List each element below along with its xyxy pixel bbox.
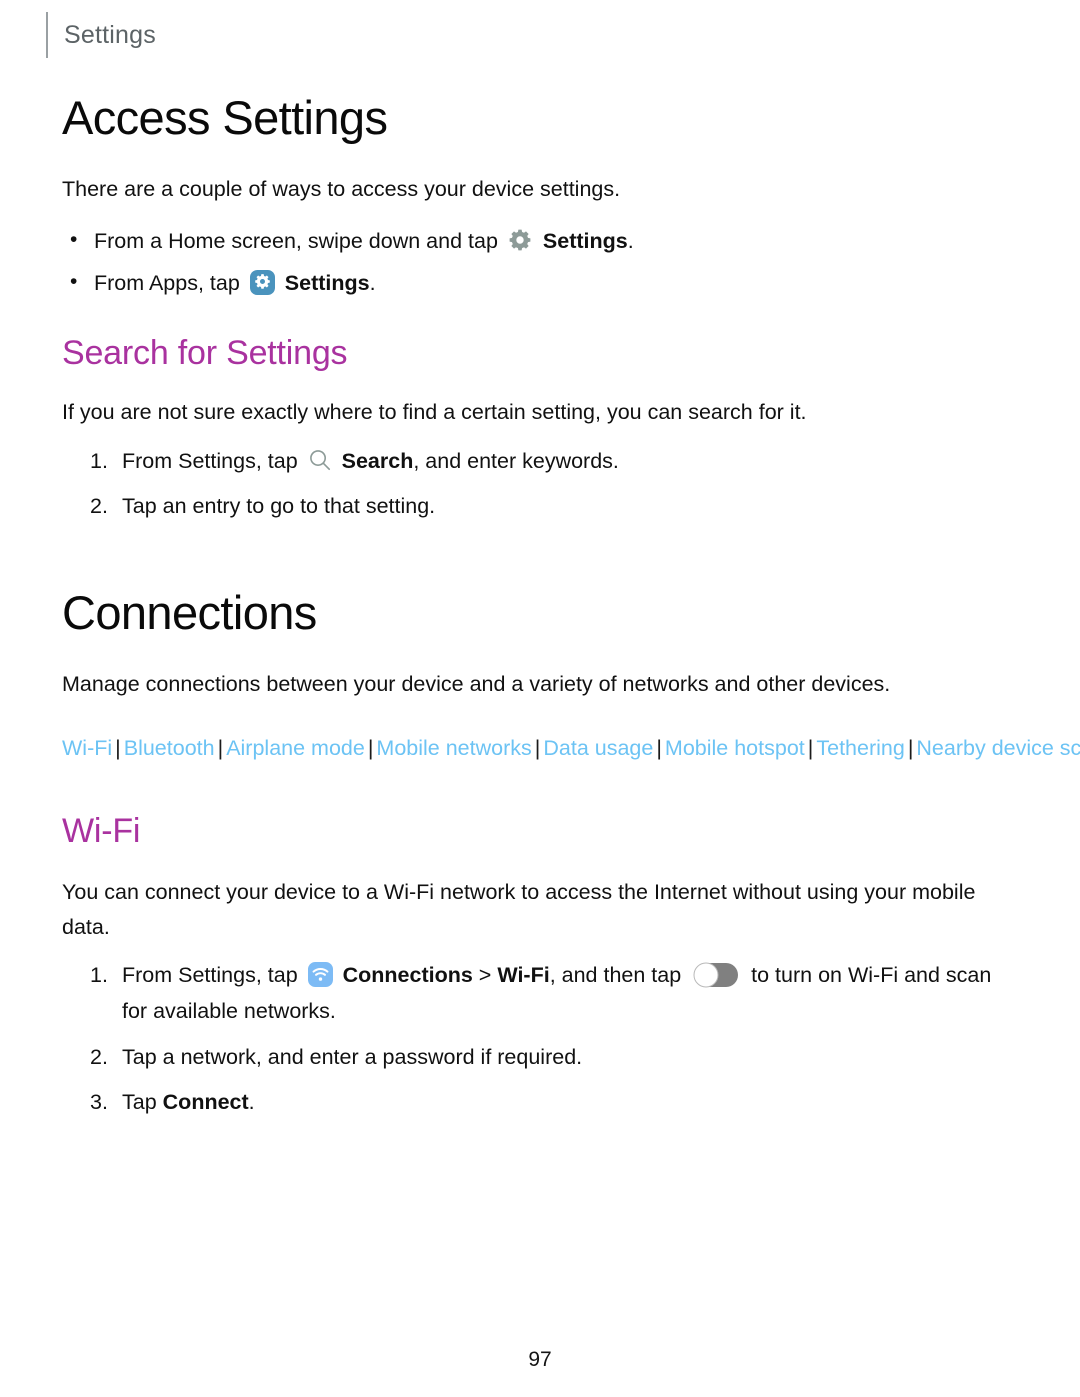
list-item: From Apps, tap Settings.	[62, 266, 1002, 300]
link-separator: |	[907, 735, 914, 760]
step-bold-label: Search	[341, 448, 414, 473]
list-item: 1. From Settings, tap Search, and enter …	[62, 444, 1002, 480]
gear-icon	[508, 228, 532, 252]
header-divider-rule	[46, 12, 48, 58]
link-data-usage[interactable]: Data usage	[543, 736, 653, 760]
link-mobile-hotspot[interactable]: Mobile hotspot	[665, 736, 805, 760]
list-item: 2. Tap a network, and enter a password i…	[62, 1040, 1002, 1076]
link-mobile-networks[interactable]: Mobile networks	[376, 736, 531, 760]
document-page: Settings Access Settings There are a cou…	[0, 0, 1080, 1397]
page-title-access-settings: Access Settings	[62, 91, 388, 144]
access-settings-intro: There are a couple of ways to access you…	[62, 176, 621, 201]
step-text: Tap an entry to go to that setting.	[122, 494, 436, 519]
connections-intro: Manage connections between your device a…	[62, 671, 891, 696]
connections-app-icon	[307, 962, 333, 988]
bullet-text-pre: From Apps, tap	[94, 271, 240, 296]
step-text-mid: >	[472, 963, 498, 988]
bullet-text-pre: From a Home screen, swipe down and tap	[94, 228, 498, 253]
page-content: Access Settings There are a couple of wa…	[62, 91, 1080, 1131]
search-icon	[307, 447, 333, 473]
list-item: From a Home screen, swipe down and tap S…	[62, 224, 1002, 258]
page-number: 97	[528, 1348, 552, 1371]
link-separator: |	[534, 735, 541, 760]
running-header-title: Settings	[64, 20, 156, 49]
step-number: 2.	[90, 494, 108, 519]
step-text-pre: Tap	[122, 1090, 157, 1115]
step-number: 1.	[90, 448, 108, 473]
bullet-bold-label: Settings	[542, 228, 628, 253]
link-bluetooth[interactable]: Bluetooth	[124, 736, 215, 760]
step-text-pre: From Settings, tap	[122, 963, 298, 988]
connections-link-list: Wi-Fi | Bluetooth | Airplane mode | Mobile net…	[62, 732, 1080, 766]
list-item: 1. From Settings, tap Connections > Wi-F…	[62, 958, 1002, 1029]
step-number: 3.	[90, 1090, 108, 1115]
wifi-intro: You can connect your device to a Wi-Fi n…	[62, 879, 976, 939]
link-tethering[interactable]: Tethering	[816, 736, 904, 760]
link-wi-fi[interactable]: Wi-Fi	[62, 736, 112, 760]
step-number: 1.	[90, 963, 108, 988]
search-for-settings-steps: 1. From Settings, tap Search, and enter …	[62, 444, 1002, 525]
wifi-toggle-off-icon	[693, 962, 739, 988]
step-bold-wifi: Wi-Fi	[497, 963, 550, 988]
link-separator: |	[807, 735, 814, 760]
link-separator: |	[115, 735, 121, 760]
access-settings-bullet-list: From a Home screen, swipe down and tap S…	[62, 224, 1002, 300]
list-item: 3. Tap Connect.	[62, 1085, 1002, 1121]
step-number: 2.	[90, 1044, 108, 1069]
section-heading-wi-fi: Wi-Fi	[62, 811, 141, 850]
bullet-text-post: .	[369, 271, 376, 296]
link-nearby-device-scanning[interactable]: Nearby device scanning	[916, 736, 1080, 760]
link-separator: |	[217, 735, 224, 760]
step-text: Tap a network, and enter a password if r…	[122, 1044, 583, 1069]
step-text-mid2: , and then tap	[549, 963, 682, 988]
bullet-text-post: .	[627, 228, 634, 253]
step-text-post: .	[248, 1090, 255, 1115]
step-text-post: , and enter keywords.	[413, 448, 619, 473]
link-separator: |	[656, 735, 662, 760]
running-header: Settings	[46, 12, 156, 58]
settings-app-icon	[249, 270, 275, 296]
page-title-connections: Connections	[62, 586, 317, 640]
link-airplane-mode[interactable]: Airplane mode	[226, 736, 365, 760]
list-item: 2. Tap an entry to go to that setting.	[62, 489, 1002, 525]
bullet-bold-label: Settings	[284, 271, 370, 296]
link-separator: |	[367, 735, 374, 760]
search-for-settings-intro: If you are not sure exactly where to fin…	[62, 399, 807, 424]
step-text-pre: From Settings, tap	[122, 448, 298, 473]
step-bold-connect: Connect	[162, 1090, 249, 1115]
section-heading-search-for-settings: Search for Settings	[62, 333, 348, 372]
wifi-steps: 1. From Settings, tap Connections > Wi-F…	[62, 958, 1002, 1121]
step-bold-connections: Connections	[342, 963, 473, 988]
